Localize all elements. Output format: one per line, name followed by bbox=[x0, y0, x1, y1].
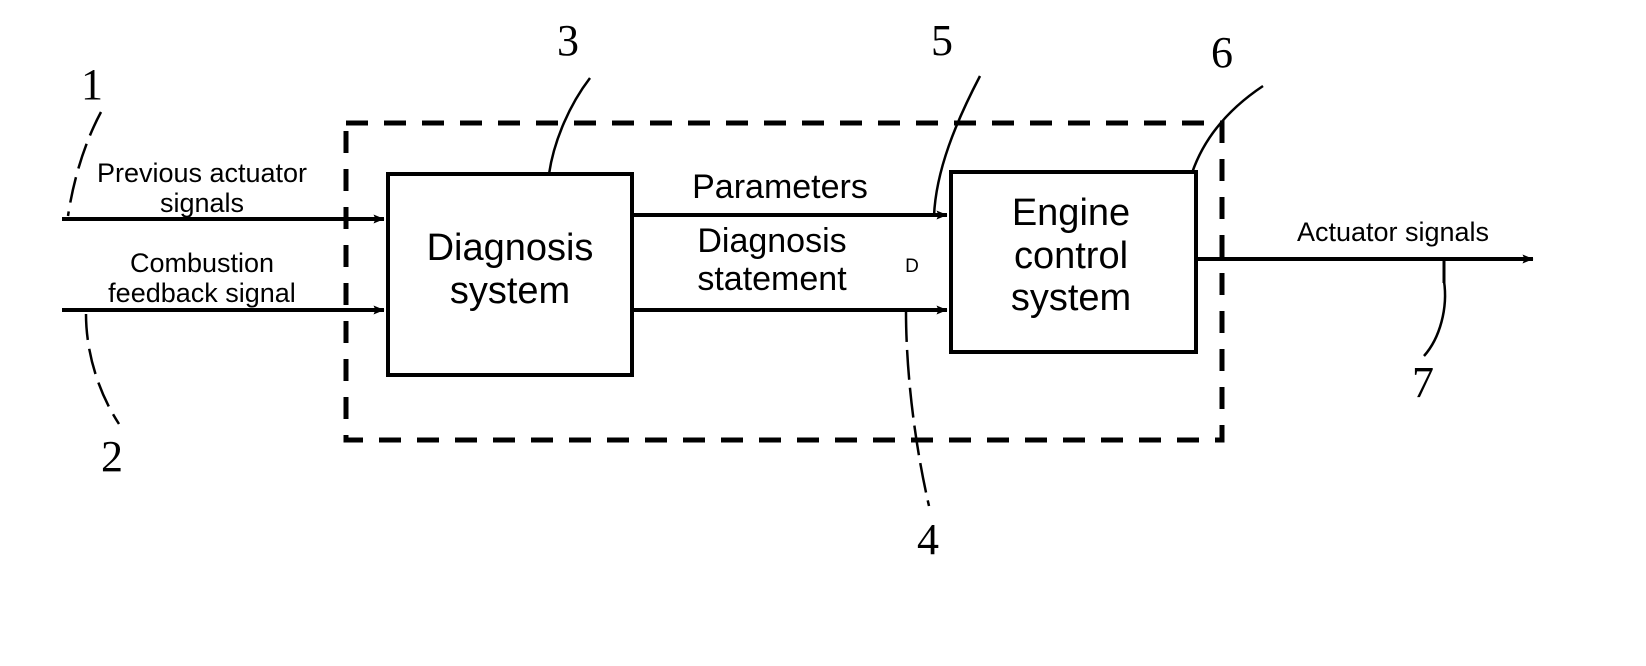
reference-numeral-2: 2 bbox=[101, 432, 123, 481]
reference-numeral-5: 5 bbox=[931, 16, 953, 65]
leader-line-2 bbox=[84, 313, 121, 425]
leader-line-3 bbox=[547, 77, 591, 175]
label-actuator-signals: Actuator signals bbox=[1296, 217, 1490, 247]
reference-numeral-1: 1 bbox=[81, 60, 103, 109]
reference-numeral-3: 3 bbox=[557, 16, 579, 65]
label-diagnosis-statement-symbol: D bbox=[905, 256, 919, 277]
reference-numeral-6: 6 bbox=[1211, 28, 1233, 77]
label-combustion-feedback-signal: Combustion feedback signal bbox=[108, 248, 296, 309]
label-engine-control-system: Engine control system bbox=[1010, 192, 1132, 320]
diagram-vector-layer bbox=[62, 75, 1534, 507]
label-diagnosis-statement: Diagnosis statement bbox=[697, 222, 847, 299]
leader-line-6 bbox=[1190, 84, 1264, 174]
leader-line-4 bbox=[904, 311, 931, 507]
reference-numeral-4: 4 bbox=[917, 515, 939, 564]
leader-line-7 bbox=[1423, 280, 1447, 357]
reference-numeral-7: 7 bbox=[1412, 358, 1434, 407]
label-parameters: Parameters bbox=[692, 168, 868, 206]
label-previous-actuator-signals: Previous actuator signals bbox=[96, 158, 308, 219]
figure-canvas: Previous actuator signals Combustion fee… bbox=[0, 0, 1646, 666]
label-diagnosis-system: Diagnosis system bbox=[426, 227, 594, 312]
